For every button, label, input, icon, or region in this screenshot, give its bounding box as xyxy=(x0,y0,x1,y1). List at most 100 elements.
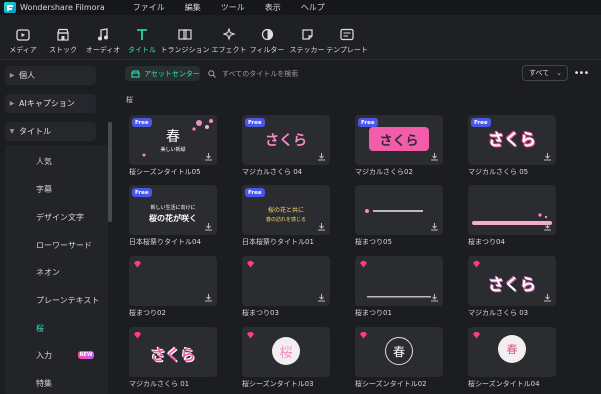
card-caption: 桜シーズンタイトル05 xyxy=(129,168,201,176)
premium-gem-icon xyxy=(247,332,254,339)
title-bar: Wondershare Filmora ファイル 編集 ツール 表示 ヘルプ xyxy=(0,0,601,15)
title-icon xyxy=(136,25,148,41)
thumbnail: さくら xyxy=(129,327,217,377)
more-options-icon[interactable]: ••• xyxy=(574,66,590,80)
category-sidebar: ▶ 個人 ▶ AIキャプション ▼ タイトル 人気 字幕 デザイン文字 ローワー… xyxy=(0,60,117,394)
tool-title[interactable]: タイトル xyxy=(127,15,157,60)
menu-view[interactable]: 表示 xyxy=(265,2,281,13)
tool-filter[interactable]: フィルター xyxy=(250,15,284,60)
title-card-magical-sakura-04[interactable]: さくら Free マジカルさくら 04 xyxy=(242,115,330,177)
filter-icon xyxy=(261,25,274,41)
download-icon[interactable] xyxy=(204,152,213,161)
card-caption: 桜まつり05 xyxy=(355,238,392,246)
asset-center-button[interactable]: アセットセンター xyxy=(125,66,200,81)
template-icon xyxy=(340,25,354,41)
title-card-sakura-season-05[interactable]: 春 美しい新緑 Free 桜シーズンタイトル05 xyxy=(129,115,217,177)
card-caption: 日本桜祭りタイトル04 xyxy=(129,238,201,246)
filmora-window: Wondershare Filmora ファイル 編集 ツール 表示 ヘルプ メ… xyxy=(0,0,601,394)
title-card-magical-sakura-05[interactable]: さくら Free マジカルさくら 05 xyxy=(468,115,556,177)
chevron-down-icon: ▼ xyxy=(9,128,15,135)
title-card-sakura-festival-03[interactable]: 桜まつり03 xyxy=(242,256,330,318)
tool-audio[interactable]: オーディオ xyxy=(86,15,120,60)
tool-effect[interactable]: エフェクト xyxy=(212,15,247,60)
search-input[interactable]: すべてのタイトルを検索 xyxy=(208,66,508,81)
download-icon[interactable] xyxy=(430,152,439,161)
thumbnail: 春 xyxy=(468,327,556,377)
title-card-sakura-festival-01[interactable]: 桜まつり01 xyxy=(355,256,443,318)
download-icon[interactable] xyxy=(543,222,552,231)
title-card-magical-sakura-01[interactable]: さくら マジカルさくら 01 xyxy=(129,327,217,389)
download-icon[interactable] xyxy=(317,222,326,231)
search-icon xyxy=(208,69,216,78)
menu-edit[interactable]: 編集 xyxy=(185,2,201,13)
free-badge: Free xyxy=(358,118,378,127)
tool-transition[interactable]: トランジション xyxy=(161,15,210,60)
download-icon[interactable] xyxy=(543,152,552,161)
transition-icon xyxy=(178,25,192,41)
premium-gem-icon xyxy=(360,332,367,339)
tool-template[interactable]: テンプレート xyxy=(326,15,368,60)
app-name: Wondershare Filmora xyxy=(20,3,105,12)
filmora-logo-icon xyxy=(4,2,16,13)
effect-icon xyxy=(222,25,236,41)
menu-tools[interactable]: ツール xyxy=(221,2,245,13)
download-icon[interactable] xyxy=(430,222,439,231)
title-card-sakura-season-04[interactable]: 春 桜シーズンタイトル04 xyxy=(468,327,556,389)
title-card-sakura-festival-02[interactable]: 桜まつり02 xyxy=(129,256,217,318)
title-card-japan-sakura-festival-01[interactable]: 桜の花と共に 春の訪れを感じる Free 日本桜祭りタイトル01 xyxy=(242,185,330,247)
card-caption: 桜まつり02 xyxy=(129,309,166,317)
title-card-magical-sakura-02[interactable]: さくら Free マジカルさくら02 xyxy=(355,115,443,177)
download-icon[interactable] xyxy=(204,293,213,302)
title-card-sakura-festival-04[interactable]: 桜まつり04 xyxy=(468,185,556,247)
download-icon[interactable] xyxy=(317,152,326,161)
free-badge: Free xyxy=(132,188,152,197)
download-icon[interactable] xyxy=(317,293,326,302)
card-caption: 桜まつり01 xyxy=(355,309,392,317)
asset-center-icon xyxy=(131,70,140,78)
premium-gem-icon xyxy=(134,261,141,268)
card-caption: 桜まつり03 xyxy=(242,309,279,317)
thumbnail: 新しい生活に向けに 桜の花が咲く Free xyxy=(129,185,217,235)
tool-stock[interactable]: ストック xyxy=(48,15,78,60)
stock-icon xyxy=(56,25,70,41)
thumbnail xyxy=(468,185,556,235)
free-badge: Free xyxy=(245,188,265,197)
title-card-sakura-season-03[interactable]: 桜 桜シーズンタイトル03 xyxy=(242,327,330,389)
sidebar-group-title[interactable]: ▼ タイトル xyxy=(5,122,96,141)
chevron-right-icon: ▶ xyxy=(9,100,15,107)
thumbnail: 桜 xyxy=(242,327,330,377)
download-icon[interactable] xyxy=(543,293,552,302)
title-card-sakura-season-02[interactable]: 春 桜シーズンタイトル02 xyxy=(355,327,443,389)
free-badge: Free xyxy=(471,118,491,127)
sidebar-group-personal[interactable]: ▶ 個人 xyxy=(5,66,96,85)
sidebar-scrollbar[interactable] xyxy=(108,122,112,222)
download-icon[interactable] xyxy=(204,222,213,231)
tool-sticker[interactable]: ステッカー xyxy=(290,15,325,60)
premium-gem-icon xyxy=(473,261,480,268)
download-icon[interactable] xyxy=(430,293,439,302)
card-caption: マジカルさくら02 xyxy=(355,168,413,176)
card-caption: 日本桜祭りタイトル01 xyxy=(242,238,314,246)
premium-gem-icon xyxy=(134,332,141,339)
chevron-right-icon: ▶ xyxy=(9,72,15,79)
thumbnail xyxy=(355,256,443,306)
thumbnail: さくら xyxy=(468,256,556,306)
title-card-magical-sakura-03[interactable]: さくら マジカルさくら 03 xyxy=(468,256,556,318)
card-caption: マジカルさくら 04 xyxy=(242,168,303,176)
thumbnail: 桜の花と共に 春の訪れを感じる Free xyxy=(242,185,330,235)
thumbnail: 春 xyxy=(355,327,443,377)
card-caption: マジカルさくら 03 xyxy=(468,309,529,317)
card-caption: 桜シーズンタイトル04 xyxy=(468,380,540,388)
new-badge: NEW xyxy=(78,351,94,359)
thumbnail: さくら Free xyxy=(242,115,330,165)
tool-media[interactable]: メディア xyxy=(8,15,38,60)
thumbnail xyxy=(129,256,217,306)
sticker-icon xyxy=(301,25,314,41)
menu-file[interactable]: ファイル xyxy=(133,2,165,13)
title-card-japan-sakura-festival-04[interactable]: 新しい生活に向けに 桜の花が咲く Free 日本桜祭りタイトル04 xyxy=(129,185,217,247)
thumbnail xyxy=(242,256,330,306)
filter-dropdown[interactable]: すべて ⌄ xyxy=(522,65,568,81)
title-card-sakura-festival-05[interactable]: 桜まつり05 xyxy=(355,185,443,247)
sidebar-group-ai-caption[interactable]: ▶ AIキャプション xyxy=(5,94,96,113)
menu-help[interactable]: ヘルプ xyxy=(301,2,325,13)
